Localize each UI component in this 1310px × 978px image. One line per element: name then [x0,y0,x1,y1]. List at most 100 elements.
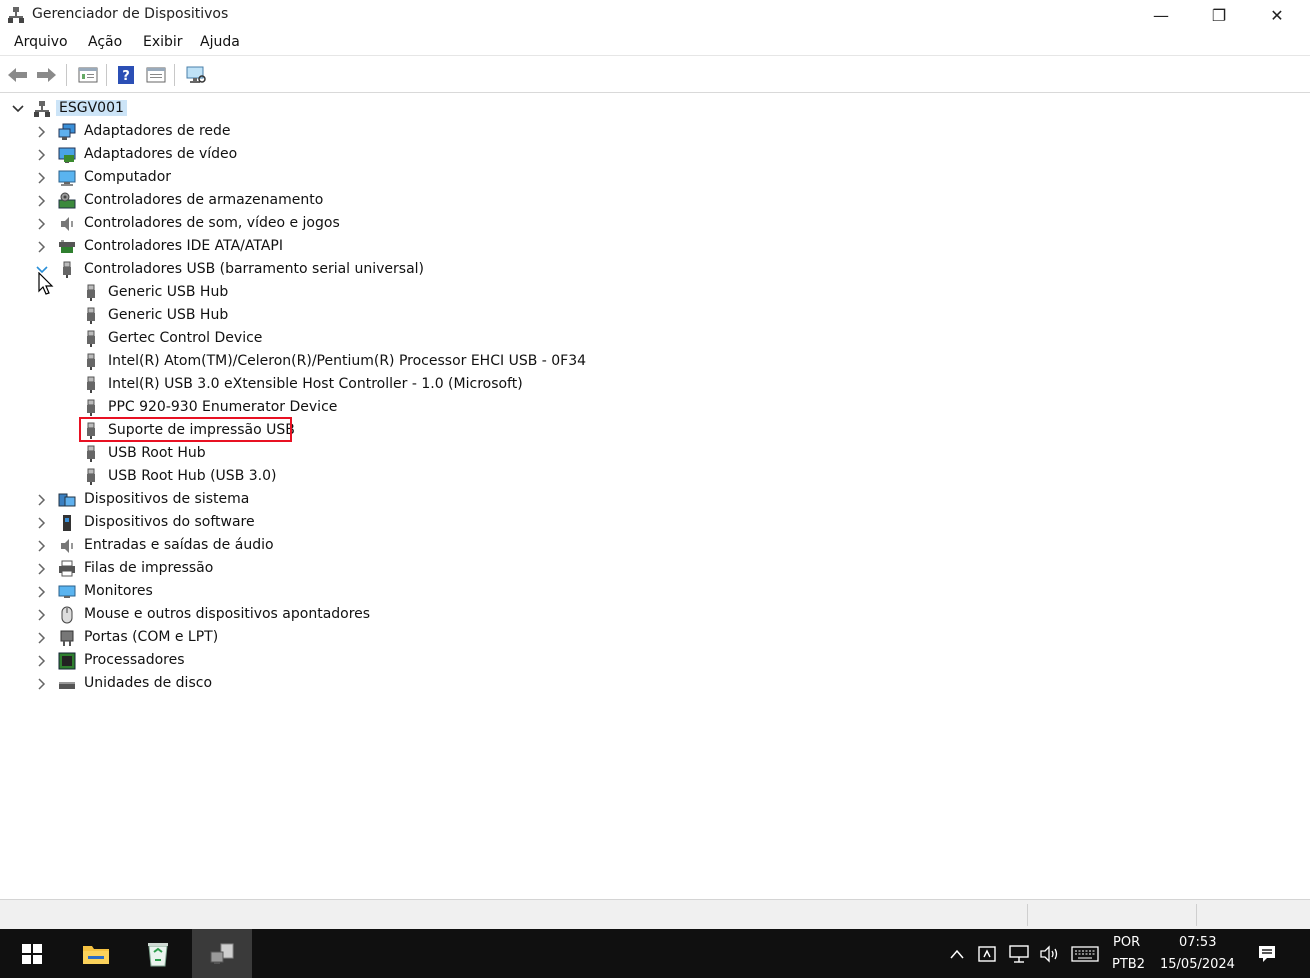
menu-exibir[interactable]: Exibir [143,34,183,50]
tree-category[interactable]: Dispositivos de sistema [0,489,600,511]
status-divider [1027,904,1028,926]
chevron-right-icon[interactable] [35,217,49,231]
monitor-icon [58,583,76,601]
language-indicator[interactable]: POR [1113,935,1140,950]
maximize-button[interactable]: ❐ [1190,0,1248,30]
chevron-right-icon[interactable] [35,608,49,622]
usb-device-item[interactable]: Intel(R) Atom(TM)/Celeron(R)/Pentium(R) … [0,351,700,373]
category-label: Controladores USB (barramento serial uni… [84,261,425,277]
toolbar-separator [106,64,107,86]
network-adapter-icon [58,123,76,141]
tree-category[interactable]: Controladores de armazenamento [0,190,600,212]
chevron-right-icon[interactable] [35,240,49,254]
chevron-right-icon[interactable] [35,631,49,645]
usb-device-icon [82,330,100,348]
usb-device-icon [82,399,100,417]
chevron-right-icon[interactable] [35,677,49,691]
category-label: Processadores [84,652,185,668]
chevron-down-icon[interactable] [11,102,25,116]
title-bar: Gerenciador de Dispositivos — ❐ ✕ [0,0,1310,30]
category-label: Controladores de armazenamento [84,192,324,208]
menu-ajuda[interactable]: Ajuda [200,34,240,50]
chevron-right-icon[interactable] [35,516,49,530]
svg-text:?: ? [122,69,130,84]
category-label: Dispositivos de sistema [84,491,250,507]
tree-category[interactable]: Unidades de disco [0,673,600,695]
file-explorer-icon[interactable] [66,929,126,978]
chevron-right-icon[interactable] [35,585,49,599]
computer-icon [58,169,76,187]
usb-device-item[interactable]: USB Root Hub [0,443,600,465]
volume-icon[interactable] [1037,929,1063,978]
chevron-right-icon[interactable] [35,125,49,139]
tree-category-usb[interactable]: Controladores USB (barramento serial uni… [0,259,600,281]
tree-category[interactable]: Controladores de som, vídeo e jogos [0,213,600,235]
window-title: Gerenciador de Dispositivos [32,6,229,22]
help-icon[interactable]: ? [114,63,138,87]
system-devices-icon [58,491,76,509]
chevron-right-icon[interactable] [35,654,49,668]
usb-device-item[interactable]: USB Root Hub (USB 3.0) [0,466,600,488]
back-icon[interactable] [6,63,30,87]
keyboard-layout-indicator[interactable]: PTB2 [1112,957,1145,972]
network-icon[interactable] [1005,929,1033,978]
clock-time[interactable]: 07:53 [1179,935,1216,950]
toolbar: ? [0,57,1310,93]
tree-category[interactable]: Processadores [0,650,600,672]
keyboard-icon[interactable] [1068,929,1102,978]
device-manager-app-icon [7,6,25,24]
category-label: Computador [84,169,172,185]
menu-acao[interactable]: Ação [88,34,122,50]
chevron-right-icon[interactable] [35,539,49,553]
forward-icon[interactable] [34,63,58,87]
chevron-right-icon[interactable] [35,493,49,507]
clock-date[interactable]: 15/05/2024 [1160,957,1235,972]
start-icon[interactable] [2,929,62,978]
chevron-right-icon[interactable] [35,562,49,576]
menu-bar: Arquivo Ação Exibir Ajuda [0,30,1310,56]
monitor-scan-icon[interactable] [184,63,208,87]
tree-category[interactable]: Adaptadores de vídeo [0,144,600,166]
tree-category[interactable]: Monitores [0,581,600,603]
usb-device-item[interactable]: Gertec Control Device [0,328,600,350]
tree-category[interactable]: Computador [0,167,600,189]
usb-device-label: Intel(R) USB 3.0 eXtensible Host Control… [108,376,523,392]
chevron-right-icon[interactable] [35,171,49,185]
chevron-right-icon[interactable] [35,148,49,162]
category-label: Filas de impressão [84,560,214,576]
chevron-up-icon[interactable] [946,929,968,978]
processor-icon [58,652,76,670]
tree-category[interactable]: Portas (COM e LPT) [0,627,600,649]
properties-view-icon[interactable] [76,63,100,87]
tree-category[interactable]: Entradas e saídas de áudio [0,535,600,557]
usb-device-icon [82,307,100,325]
notification-center-icon[interactable] [1252,929,1282,978]
tree-category[interactable]: Controladores IDE ATA/ATAPI [0,236,600,258]
tree-root-label: ESGV001 [56,100,127,116]
usb-device-label: Gertec Control Device [108,330,263,346]
menu-arquivo[interactable]: Arquivo [14,34,68,50]
minimize-button[interactable]: — [1132,0,1190,30]
tree-category[interactable]: Filas de impressão [0,558,600,580]
tree-category[interactable]: Adaptadores de rede [0,121,600,143]
device-tree: ESGV001 Adaptadores de rede Adaptadores … [0,94,1310,899]
storage-controller-icon [58,192,76,210]
usb-device-item[interactable]: Intel(R) USB 3.0 eXtensible Host Control… [0,374,700,396]
audio-io-icon [58,537,76,555]
recycle-bin-icon[interactable] [128,929,188,978]
usb-device-label: PPC 920-930 Enumerator Device [108,399,338,415]
chevron-right-icon[interactable] [35,194,49,208]
usb-device-item[interactable]: PPC 920-930 Enumerator Device [0,397,600,419]
computer-root-icon [33,100,51,118]
ide-icon [58,238,76,256]
details-view-icon[interactable] [144,63,168,87]
usb-device-item[interactable]: Generic USB Hub [0,282,600,304]
tree-root[interactable]: ESGV001 [0,98,300,120]
close-button[interactable]: ✕ [1248,0,1306,30]
device-manager-icon[interactable] [192,929,252,978]
tree-category[interactable]: Mouse e outros dispositivos apontadores [0,604,600,626]
tree-category[interactable]: Dispositivos do software [0,512,600,534]
security-shield-icon[interactable] [974,929,1000,978]
category-label: Controladores de som, vídeo e jogos [84,215,340,231]
usb-device-item[interactable]: Generic USB Hub [0,305,600,327]
